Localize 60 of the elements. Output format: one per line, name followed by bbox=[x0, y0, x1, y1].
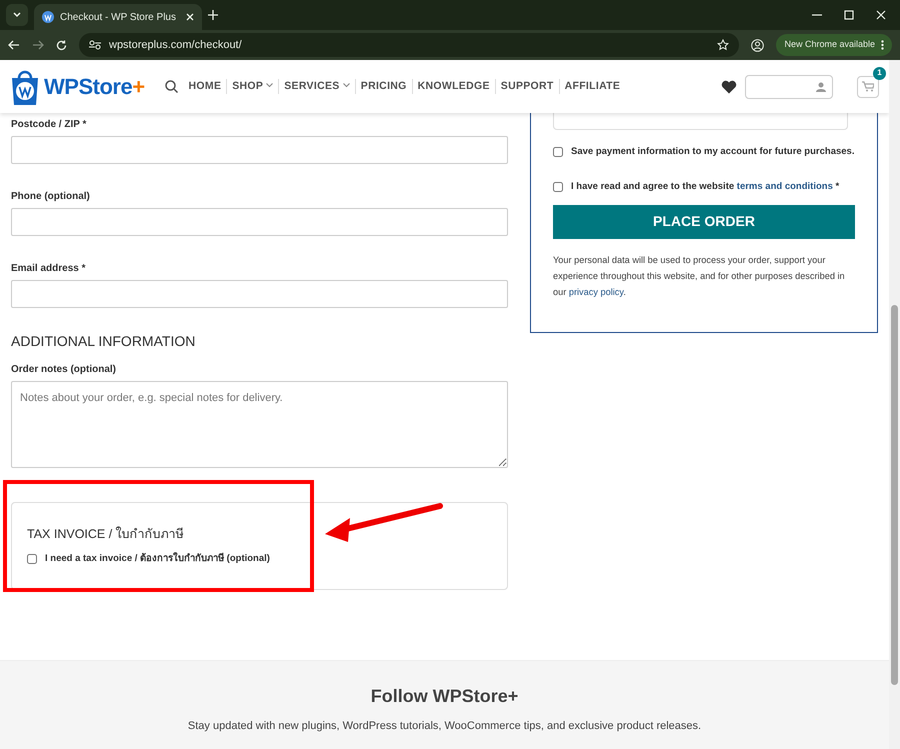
nav-link[interactable]: SERVICES bbox=[279, 78, 356, 94]
chevron-down-icon bbox=[13, 12, 21, 18]
cart-count-badge: 1 bbox=[873, 66, 886, 80]
url-text: wpstoreplus.com/checkout/ bbox=[109, 38, 243, 53]
checkbox[interactable] bbox=[553, 182, 563, 192]
reload-icon[interactable] bbox=[56, 40, 67, 50]
place-order-button[interactable]: PLACE ORDER bbox=[553, 204, 855, 238]
checkbox-label: I need a tax invoice / ต้องการใบกำกับภาษี (optional) bbox=[45, 552, 270, 566]
card-field[interactable] bbox=[553, 113, 848, 130]
checkbox-label: I have read and agree to the website terms and conditions * bbox=[571, 180, 840, 194]
search-icon[interactable] bbox=[164, 80, 178, 93]
privacy-link[interactable]: privacy policy bbox=[568, 286, 624, 296]
scroll-thumb[interactable] bbox=[891, 305, 898, 685]
cart-icon bbox=[862, 81, 874, 92]
user-icon bbox=[816, 82, 826, 92]
chevron-down-icon bbox=[266, 83, 274, 88]
new-tab-icon[interactable] bbox=[208, 10, 218, 20]
site-settings-icon[interactable] bbox=[89, 40, 101, 50]
nav-link[interactable]: KNOWLEDGE bbox=[412, 78, 496, 94]
order-notes-field[interactable]: Notes about your order, e.g. special notes for delivery. bbox=[11, 381, 508, 468]
section-heading: ADDITIONAL INFORMATION bbox=[11, 332, 196, 351]
checkbox[interactable] bbox=[27, 554, 37, 564]
terms-link[interactable]: terms and conditions bbox=[736, 181, 833, 192]
nav-link[interactable]: PRICING bbox=[356, 78, 413, 94]
scrollbar[interactable] bbox=[889, 60, 900, 749]
section-heading: TAX INVOICE / ใบกำกับภาษี bbox=[27, 526, 185, 543]
back-icon[interactable] bbox=[8, 40, 20, 50]
tab-search-button[interactable] bbox=[6, 4, 28, 26]
privacy-text: Your personal data will be used to process your order, support your experience throughout this website, and for other purposes described in our privacy policy. bbox=[553, 254, 846, 299]
input-field[interactable] bbox=[11, 136, 508, 164]
logo-text[interactable]: WPStore+ bbox=[44, 70, 145, 103]
footer-title: Follow WPStore+ bbox=[370, 685, 520, 708]
nav-link[interactable]: SUPPORT bbox=[496, 78, 560, 94]
input-field[interactable] bbox=[11, 280, 508, 308]
maximize-icon[interactable] bbox=[844, 10, 854, 20]
site-favicon-icon bbox=[42, 11, 54, 23]
checkbox-label: Save payment information to my account for future purchases. bbox=[571, 145, 854, 159]
tab-title: Checkout - WP Store Plus bbox=[60, 10, 177, 24]
field-label: Order notes (optional) bbox=[11, 363, 117, 377]
nav-link[interactable]: HOME bbox=[184, 78, 228, 94]
profile-icon[interactable] bbox=[751, 38, 764, 52]
update-button[interactable]: New Chrome available bbox=[776, 34, 892, 56]
field-label: Email address * bbox=[11, 262, 86, 276]
nav-link[interactable]: SHOP bbox=[227, 78, 280, 94]
nav-link[interactable]: AFFILIATE bbox=[560, 78, 626, 94]
field-label: Phone (optional) bbox=[11, 190, 91, 204]
input-field[interactable] bbox=[11, 208, 508, 236]
close-icon[interactable] bbox=[186, 13, 194, 21]
checkbox[interactable] bbox=[553, 147, 563, 158]
chevron-down-icon bbox=[342, 83, 350, 88]
star-icon[interactable] bbox=[717, 39, 730, 51]
account-field[interactable] bbox=[745, 74, 833, 98]
address-bar[interactable]: wpstoreplus.com/checkout/ bbox=[79, 33, 740, 57]
field-label: Postcode / ZIP * bbox=[11, 118, 88, 132]
more-icon bbox=[881, 40, 884, 50]
heart-icon[interactable] bbox=[721, 80, 737, 94]
browser-tab[interactable]: Checkout - WP Store Plus bbox=[34, 4, 202, 30]
forward-icon bbox=[32, 40, 44, 50]
close-icon[interactable] bbox=[876, 10, 886, 20]
footer-text: Stay updated with new plugins, WordPress tutorials, WooCommerce tips, and exclusive product releases. bbox=[186, 719, 702, 734]
